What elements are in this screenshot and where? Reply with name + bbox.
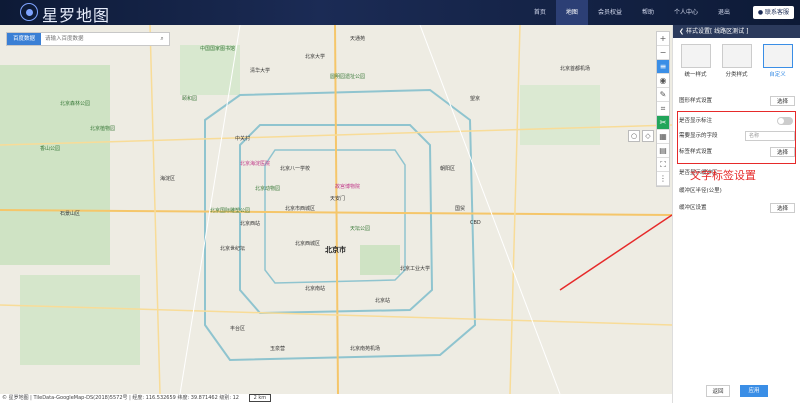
style-icon[interactable]: ✂ xyxy=(657,116,669,130)
search-source-select[interactable]: 百度数据 xyxy=(7,33,41,45)
table-icon[interactable]: ▤ xyxy=(657,144,669,158)
contact-support-button[interactable]: ● 联系客服 xyxy=(752,6,794,19)
map-label: 北京森林公园 xyxy=(60,101,91,107)
map-label: 北京西城区 xyxy=(295,241,321,247)
map-label: 天安门 xyxy=(330,196,346,202)
search-input[interactable] xyxy=(41,33,155,45)
style-option-category[interactable]: 分类样式 xyxy=(720,44,754,78)
buffer-radius-row: 缓冲区半径(公里) xyxy=(679,185,795,197)
map-label: 北京西站 xyxy=(240,221,261,227)
style-thumbnail xyxy=(680,44,711,68)
map-label: 天通苑 xyxy=(350,36,366,42)
apply-button[interactable]: 应用 xyxy=(740,385,768,397)
top-bar: 星罗地图 首页 地图 会员权益 帮助 个人中心 退出 ● 联系客服 xyxy=(0,0,800,25)
search-icon[interactable]: ⌕ xyxy=(155,33,169,45)
map-label: 望京 xyxy=(470,96,481,102)
map-label: 国贸 xyxy=(455,206,466,212)
map-label: CBD xyxy=(470,220,481,226)
app-logo[interactable]: 星罗地图 xyxy=(42,2,110,26)
layers-icon[interactable]: ≡ xyxy=(657,60,669,74)
row-label: 图形样式设置 xyxy=(679,98,713,104)
panel-title: ❮ 样式设置[ 线路区测试 ] xyxy=(673,25,800,38)
back-button[interactable]: 返回 xyxy=(706,385,730,397)
map-label: 玉泉营 xyxy=(270,346,286,352)
buffer-settings-row: 缓冲区设置 选择 xyxy=(679,202,795,214)
map-toolbar: + − ≡ ◉ ✎ ⌗ ✂ ▦ ▤ ⛶ ⋮ xyxy=(656,31,670,187)
nav-profile[interactable]: 个人中心 xyxy=(664,0,708,25)
location-icon[interactable]: ◉ xyxy=(657,74,669,88)
main-nav: 首页 地图 会员权益 帮助 个人中心 退出 xyxy=(524,0,740,25)
scale-bar: 2 km xyxy=(248,394,272,402)
style-panel: ❮ 样式设置[ 线路区测试 ] 统一样式 分类样式 自定义 图形样式设置 选择 … xyxy=(672,25,800,403)
status-text: © 星罗地图 | TileData-GoogleMap-DS(2018)5572… xyxy=(2,395,239,401)
map-label: 颐和园 xyxy=(182,96,198,102)
map-label: 北京世纪坛 xyxy=(220,246,246,252)
map-label: 中国国家图书馆 xyxy=(200,46,236,52)
map-label: 朝阳区 xyxy=(440,166,456,172)
map-label: 北京国际雕塑公园 xyxy=(210,208,251,214)
polygon-icon[interactable]: ◇ xyxy=(642,130,654,142)
map-label: 清华大学 xyxy=(250,68,271,74)
map-label: 北京植物园 xyxy=(90,126,116,132)
nav-home[interactable]: 首页 xyxy=(524,0,556,25)
support-label: 联系客服 xyxy=(764,9,789,16)
map-label: 北京八一学校 xyxy=(280,166,311,172)
map-label: 圆明园遗址公园 xyxy=(330,74,366,80)
row-label: 缓冲区设置 xyxy=(679,205,707,211)
map-label: 北京南站 xyxy=(305,286,326,292)
nav-membership[interactable]: 会员权益 xyxy=(588,0,632,25)
map-label: 北京动物园 xyxy=(255,186,281,192)
status-bar: © 星罗地图 | TileData-GoogleMap-DS(2018)5572… xyxy=(0,394,672,403)
map-label: 海淀区 xyxy=(160,176,176,182)
annotation-label: 文字标签设置 xyxy=(690,169,756,182)
style-label: 自定义 xyxy=(769,72,786,78)
map-label: 北京站 xyxy=(375,298,391,304)
map-label: 北京首都机场 xyxy=(560,66,591,72)
map-label: 故宫博物院 xyxy=(335,184,361,190)
buffer-select-button[interactable]: 选择 xyxy=(769,203,795,213)
panel-title-text: 样式设置[ 线路区测试 ] xyxy=(685,28,749,35)
shape-style-select-button[interactable]: 选择 xyxy=(769,96,795,106)
circle-icon[interactable]: ○ xyxy=(628,130,640,142)
crop-icon[interactable]: ⌗ xyxy=(657,102,669,116)
fullscreen-icon[interactable]: ⛶ xyxy=(657,158,669,172)
map-label: 北京市西城区 xyxy=(285,206,316,212)
map-center-label: 北京市 xyxy=(325,246,346,254)
style-options: 统一样式 分类样式 自定义 xyxy=(673,38,800,78)
map-label: 北京南苑机场 xyxy=(350,346,381,352)
map-roads xyxy=(0,25,672,394)
style-thumbnail xyxy=(762,44,793,68)
logo-icon xyxy=(20,3,38,21)
row-label: 缓冲区半径(公里) xyxy=(679,188,722,194)
shape-style-row: 图形样式设置 选择 xyxy=(679,95,795,107)
style-thumbnail xyxy=(721,44,752,68)
nav-map[interactable]: 地图 xyxy=(555,0,588,25)
zoom-out-icon[interactable]: − xyxy=(657,46,669,60)
back-arrow-icon[interactable]: ❮ xyxy=(679,28,686,35)
zoom-in-icon[interactable]: + xyxy=(657,32,669,46)
nav-logout[interactable]: 退出 xyxy=(708,0,740,25)
map-label: 北京海淀医院 xyxy=(240,161,271,167)
map-search: 百度数据 ⌕ xyxy=(6,32,170,46)
style-label: 分类样式 xyxy=(725,72,748,78)
map-label: 丰台区 xyxy=(230,326,246,332)
map-label: 中关村 xyxy=(235,136,251,142)
style-option-uniform[interactable]: 统一样式 xyxy=(679,44,713,78)
map-label: 北京工业大学 xyxy=(400,266,431,272)
map-label: 香山公园 xyxy=(40,146,61,152)
more-icon[interactable]: ⋮ xyxy=(657,172,669,186)
highlight-box xyxy=(677,111,796,164)
map-label: 天坛公园 xyxy=(350,226,371,232)
style-option-custom[interactable]: 自定义 xyxy=(761,44,795,78)
map-label: 北京大学 xyxy=(305,54,326,60)
user-icon: ● xyxy=(757,9,764,16)
style-label: 统一样式 xyxy=(684,72,707,78)
measure-icon[interactable]: ✎ xyxy=(657,88,669,102)
nav-help[interactable]: 帮助 xyxy=(632,0,664,25)
map-canvas[interactable]: 百度数据 ⌕ 中国国家图书馆 北京大学 清华大学 圆明园遗址公园 颐和园 中关村… xyxy=(0,25,672,394)
chart-icon[interactable]: ▦ xyxy=(657,130,669,144)
map-label: 石景山区 xyxy=(60,211,81,217)
